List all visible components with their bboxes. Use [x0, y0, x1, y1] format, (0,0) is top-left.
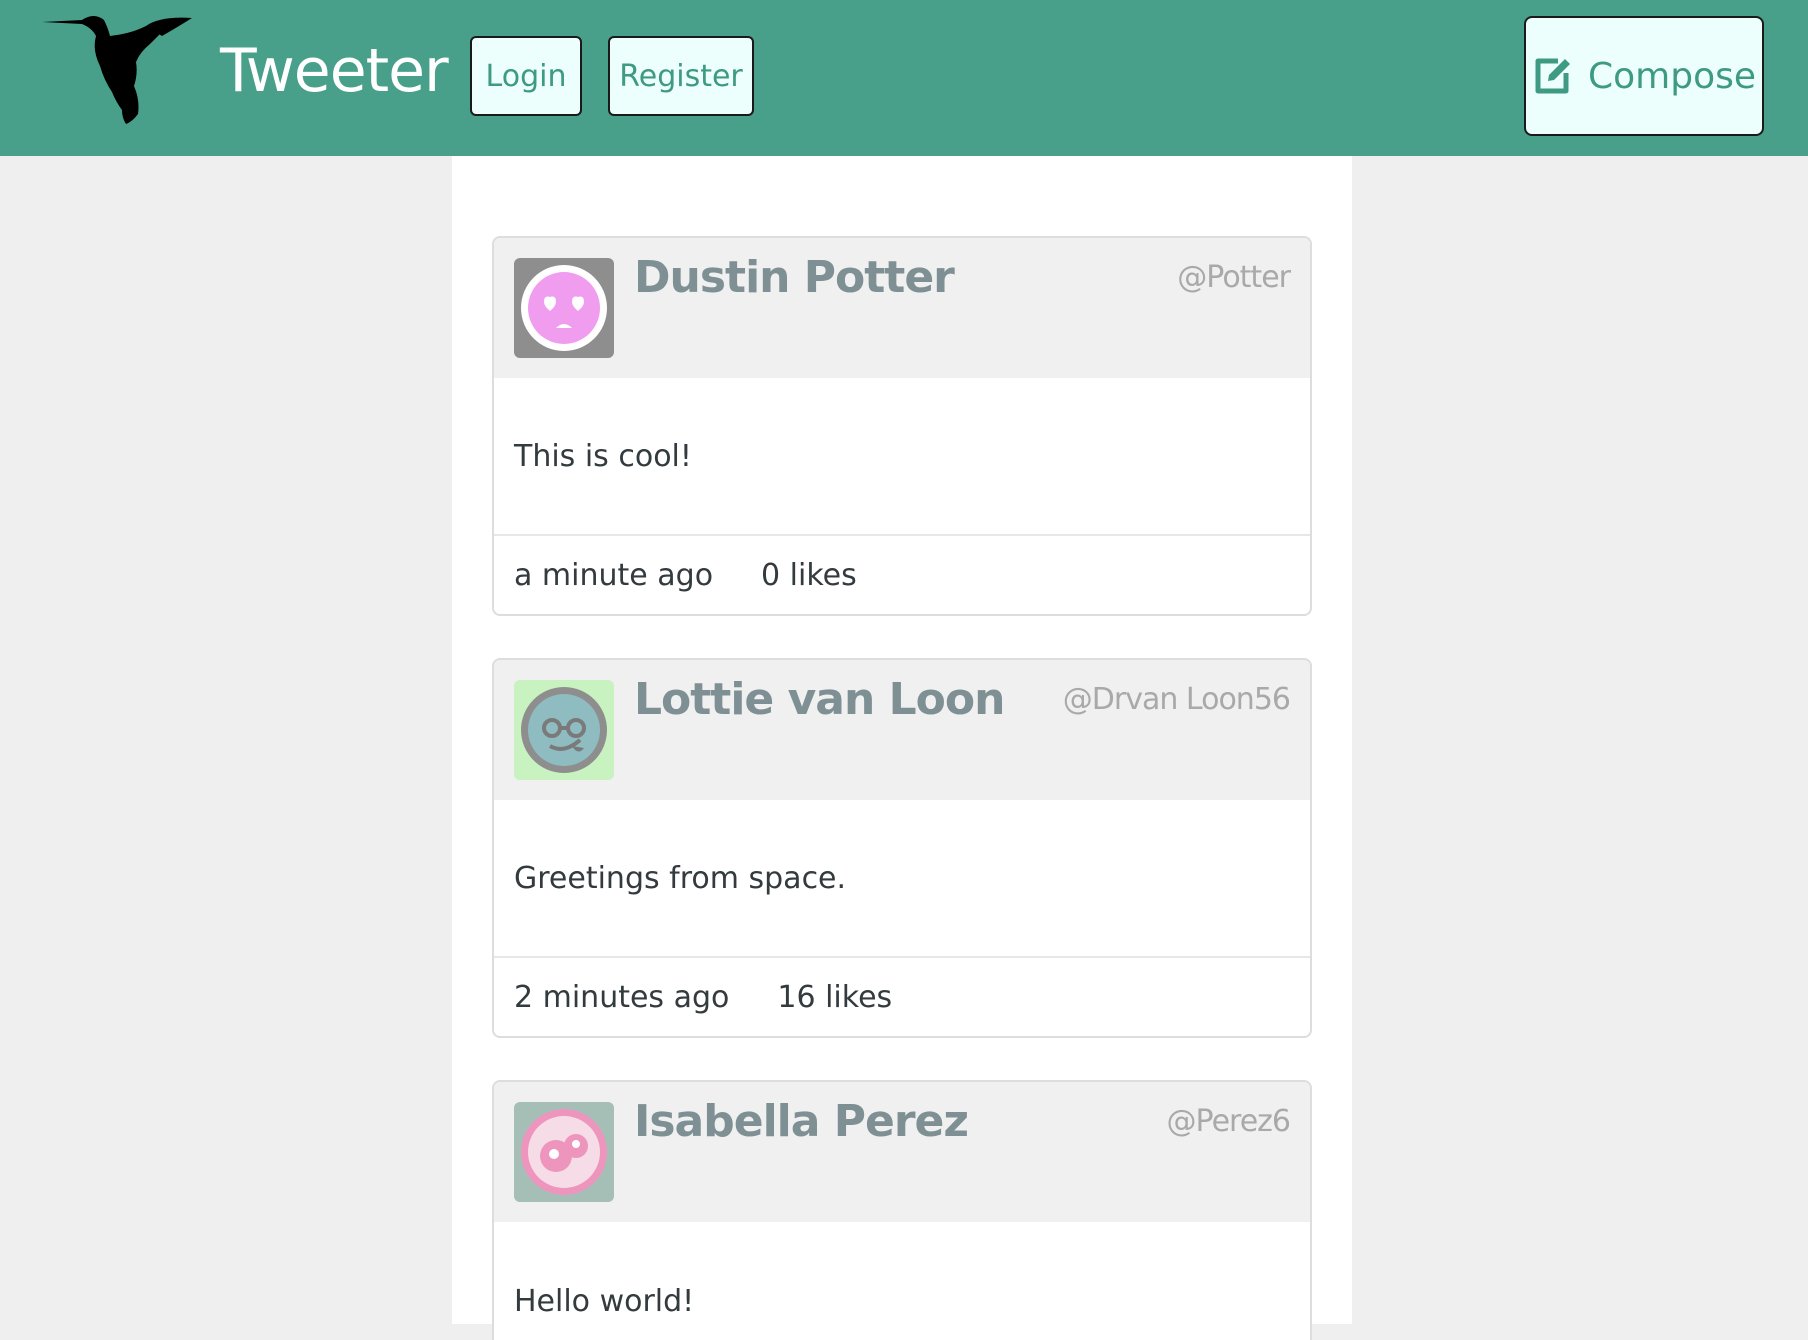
- like-count[interactable]: 16 likes: [777, 980, 892, 1015]
- login-button[interactable]: Login: [470, 36, 582, 116]
- author-name: Dustin Potter: [634, 252, 955, 303]
- hummingbird-logo-icon: [42, 16, 192, 124]
- avatar[interactable]: [514, 258, 614, 358]
- author-handle: @Drvan Loon56: [1062, 682, 1291, 717]
- register-button[interactable]: Register: [608, 36, 754, 116]
- avatar[interactable]: [514, 680, 614, 780]
- tweet-card: Lottie van Loon @Drvan Loon56 Greetings …: [492, 658, 1312, 1038]
- heart-eyes-face-icon: [521, 265, 607, 351]
- top-navbar: Tweeter Login Register Compose: [0, 0, 1808, 156]
- tweet-card: Isabella Perez @Perez6 Hello world!: [492, 1080, 1312, 1340]
- tweet-header: Lottie van Loon @Drvan Loon56: [494, 660, 1310, 800]
- tweet-text: This is cool!: [494, 378, 1310, 536]
- tweet-timestamp: 2 minutes ago: [514, 979, 730, 1015]
- tweet-footer: 2 minutes ago 16 likes: [494, 958, 1310, 1036]
- tweet-card: Dustin Potter @Potter This is cool! a mi…: [492, 236, 1312, 616]
- avatar[interactable]: [514, 1102, 614, 1202]
- bubble-face-icon: [521, 1109, 607, 1195]
- author-handle: @Potter: [1177, 260, 1291, 295]
- author-name: Lottie van Loon: [634, 674, 1005, 725]
- tweet-text: Greetings from space.: [494, 800, 1310, 958]
- author-handle: @Perez6: [1166, 1104, 1291, 1139]
- tweet-header: Dustin Potter @Potter: [494, 238, 1310, 378]
- edit-icon: [1535, 58, 1570, 94]
- tweet-footer: a minute ago 0 likes: [494, 536, 1310, 614]
- compose-button[interactable]: Compose: [1524, 16, 1764, 136]
- tweet-header: Isabella Perez @Perez6: [494, 1082, 1310, 1222]
- app-title[interactable]: Tweeter: [220, 36, 449, 106]
- tweet-timestamp: a minute ago: [514, 557, 714, 593]
- tweet-feed: Dustin Potter @Potter This is cool! a mi…: [452, 156, 1352, 1340]
- compose-label: Compose: [1587, 55, 1756, 97]
- tweet-text: Hello world!: [514, 1283, 695, 1319]
- like-count[interactable]: 0 likes: [761, 558, 857, 593]
- nerd-face-icon: [521, 687, 607, 773]
- author-name: Isabella Perez: [634, 1096, 969, 1147]
